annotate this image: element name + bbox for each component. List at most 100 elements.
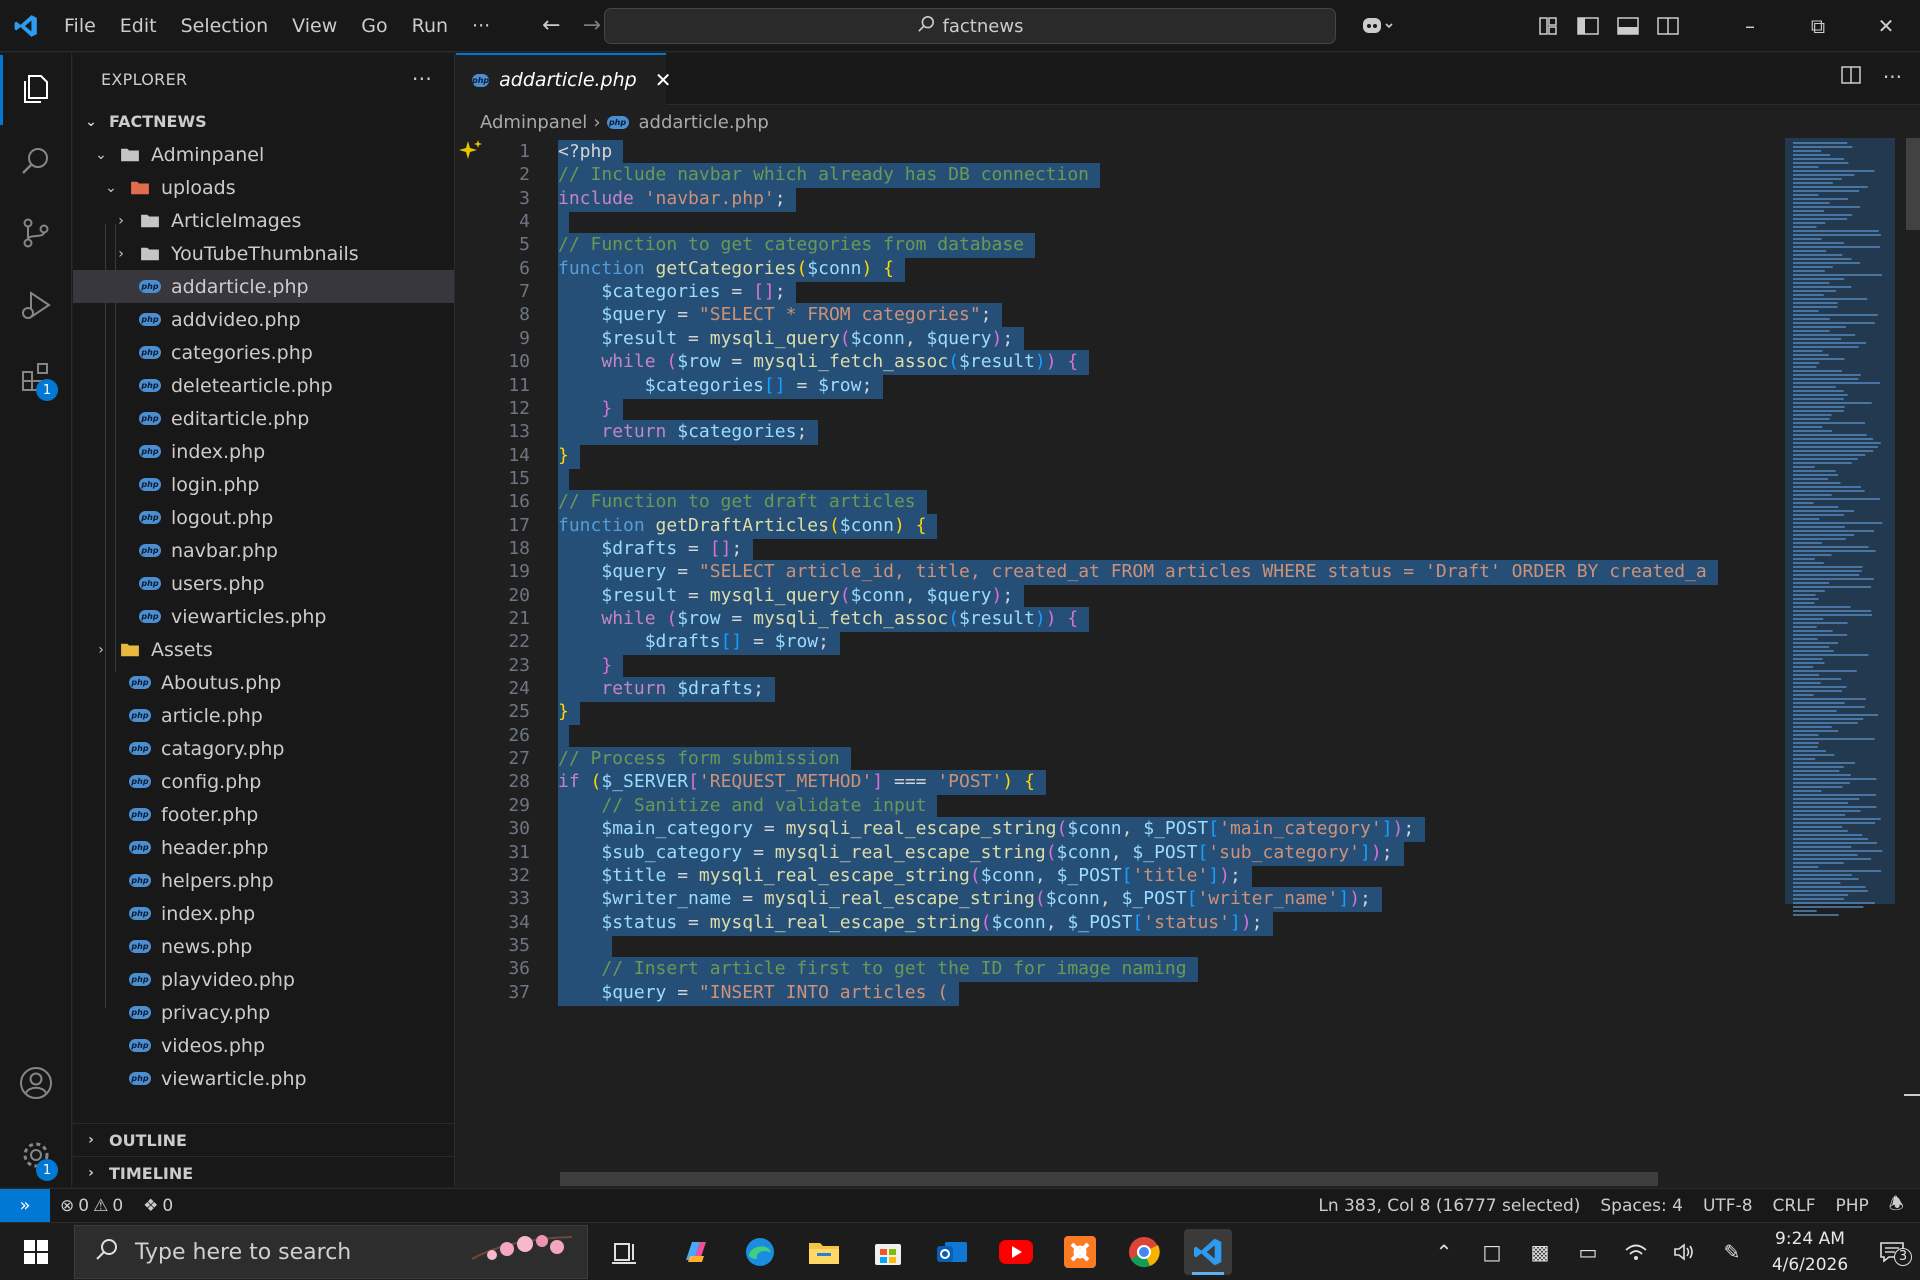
ports-indicator[interactable]: ❖ 0	[133, 1196, 183, 1216]
breadcrumb-file[interactable]: addarticle.php	[639, 112, 769, 133]
timeline-section[interactable]: › TIMELINE	[73, 1156, 454, 1187]
file-explorer-icon[interactable]	[800, 1229, 848, 1275]
source-control-icon[interactable]	[0, 197, 72, 269]
back-arrow-icon[interactable]: ←	[542, 13, 560, 38]
file-item[interactable]: php videos.php	[73, 1029, 454, 1062]
explorer-icon[interactable]	[0, 53, 72, 125]
notification-center-icon[interactable]: 3	[1864, 1240, 1920, 1266]
search-activity-icon[interactable]	[0, 125, 72, 197]
cursor-position[interactable]: Ln 383, Col 8 (16777 selected)	[1308, 1196, 1590, 1216]
toggle-secondary-sidebar-icon[interactable]	[1648, 16, 1688, 36]
screen-capture-icon[interactable]: ▩	[1516, 1240, 1564, 1264]
file-item[interactable]: php playvideo.php	[73, 963, 454, 996]
code-editor[interactable]: 1 <?php 2// Include navbar which already h…	[456, 138, 1920, 1187]
folder-item[interactable]: ⌄ uploads	[73, 171, 454, 204]
volume-icon[interactable]	[1660, 1242, 1708, 1262]
close-tab-icon[interactable]: ✕	[655, 68, 672, 92]
file-item[interactable]: php index.php	[73, 435, 454, 468]
file-item[interactable]: php editarticle.php	[73, 402, 454, 435]
edge-browser-icon[interactable]	[736, 1229, 784, 1275]
menu-item[interactable]: View	[280, 15, 349, 37]
file-item[interactable]: php news.php	[73, 930, 454, 963]
editor-more-actions-icon[interactable]: ···	[1883, 65, 1902, 90]
folder-item[interactable]: › YouTubeThumbnails	[73, 237, 454, 270]
folder-item[interactable]: › ArticleImages	[73, 204, 454, 237]
scrollbar-thumb[interactable]	[1906, 138, 1920, 230]
youtube-icon[interactable]	[992, 1229, 1040, 1275]
pen-icon[interactable]: ✎	[1708, 1240, 1756, 1264]
file-item[interactable]: php categories.php	[73, 336, 454, 369]
outline-section[interactable]: › OUTLINE	[73, 1123, 454, 1156]
workspace-root[interactable]: ⌄ FACTNEWS	[73, 105, 454, 138]
file-item[interactable]: php deletearticle.php	[73, 369, 454, 402]
folder-item[interactable]: › Assets	[73, 633, 454, 666]
windows-start-icon[interactable]	[0, 1223, 72, 1280]
settings-gear-icon[interactable]: 1	[0, 1119, 72, 1191]
taskbar-search-box[interactable]: Type here to search	[74, 1225, 588, 1279]
file-item[interactable]: php index.php	[73, 897, 454, 930]
file-item[interactable]: php header.php	[73, 831, 454, 864]
file-item[interactable]: php Aboutus.php	[73, 666, 454, 699]
toggle-primary-sidebar-icon[interactable]	[1568, 16, 1608, 36]
wifi-icon[interactable]	[1612, 1242, 1660, 1262]
close-window-icon[interactable]: ✕	[1852, 14, 1920, 38]
file-item[interactable]: php helpers.php	[73, 864, 454, 897]
remote-indicator-icon[interactable]: »	[0, 1188, 50, 1223]
xampp-icon[interactable]	[1056, 1229, 1104, 1275]
minimize-icon[interactable]: –	[1716, 14, 1784, 38]
copilot-icon[interactable]	[1348, 15, 1408, 37]
menu-item[interactable]: ···	[460, 15, 502, 37]
folder-item[interactable]: ⌄ Adminpanel	[73, 138, 454, 171]
outlook-icon[interactable]	[928, 1229, 976, 1275]
extensions-icon[interactable]: 1	[0, 341, 72, 413]
split-editor-icon[interactable]	[1841, 65, 1861, 90]
menu-item[interactable]: Go	[349, 15, 399, 37]
language-mode[interactable]: PHP	[1825, 1196, 1878, 1216]
vertical-scrollbar[interactable]	[1904, 138, 1920, 1187]
customize-layout-icon[interactable]	[1528, 16, 1568, 36]
file-item[interactable]: php logout.php	[73, 501, 454, 534]
file-item[interactable]: php footer.php	[73, 798, 454, 831]
indentation[interactable]: Spaces: 4	[1590, 1196, 1693, 1216]
menu-item[interactable]: Edit	[108, 15, 169, 37]
clock[interactable]: 9:24 AM 4/6/2026	[1756, 1226, 1864, 1278]
menu-item[interactable]: Selection	[169, 15, 281, 37]
file-item[interactable]: php users.php	[73, 567, 454, 600]
file-item[interactable]: php viewarticle.php	[73, 1062, 454, 1095]
copilot-app-icon[interactable]	[672, 1229, 720, 1275]
file-item[interactable]: php catagory.php	[73, 732, 454, 765]
file-item[interactable]: php config.php	[73, 765, 454, 798]
run-debug-icon[interactable]	[0, 269, 72, 341]
file-item[interactable]: php login.php	[73, 468, 454, 501]
toggle-panel-icon[interactable]	[1608, 16, 1648, 36]
menu-item[interactable]: Run	[400, 15, 460, 37]
more-actions-icon[interactable]: ···	[412, 67, 432, 91]
meet-camera-icon[interactable]: □	[1468, 1240, 1516, 1264]
accounts-icon[interactable]	[0, 1047, 72, 1119]
battery-icon[interactable]: ▭	[1564, 1240, 1612, 1264]
menu-item[interactable]: File	[52, 15, 108, 37]
vscode-taskbar-icon[interactable]	[1184, 1229, 1232, 1275]
file-item[interactable]: php article.php	[73, 699, 454, 732]
notifications-bell-icon[interactable]: 🕭︎	[1879, 1191, 1920, 1220]
chrome-browser-icon[interactable]	[1120, 1229, 1168, 1275]
tab-addarticle[interactable]: php addarticle.php ✕	[456, 53, 672, 105]
encoding[interactable]: UTF-8	[1693, 1196, 1763, 1216]
file-item[interactable]: php addarticle.php	[73, 270, 454, 303]
show-hidden-icons-chevron-icon[interactable]: ⌃	[1420, 1240, 1468, 1264]
forward-arrow-icon[interactable]: →	[583, 13, 601, 38]
restore-icon[interactable]: ⧉	[1784, 14, 1852, 38]
problems-indicator[interactable]: ⊗ 0 ⚠ 0	[50, 1196, 133, 1216]
command-center-search[interactable]: factnews	[604, 8, 1336, 44]
file-item[interactable]: php privacy.php	[73, 996, 454, 1029]
file-item[interactable]: php addvideo.php	[73, 303, 454, 336]
file-item[interactable]: php navbar.php	[73, 534, 454, 567]
horizontal-scrollbar[interactable]	[560, 1172, 1658, 1186]
code-token: $drafts	[601, 537, 678, 559]
line-endings[interactable]: CRLF	[1763, 1196, 1826, 1216]
breadcrumb-folder[interactable]: Adminpanel	[480, 112, 587, 133]
minimap[interactable]	[1785, 138, 1905, 1187]
task-view-icon[interactable]	[600, 1229, 648, 1275]
microsoft-store-icon[interactable]	[864, 1229, 912, 1275]
file-item[interactable]: php viewarticles.php	[73, 600, 454, 633]
